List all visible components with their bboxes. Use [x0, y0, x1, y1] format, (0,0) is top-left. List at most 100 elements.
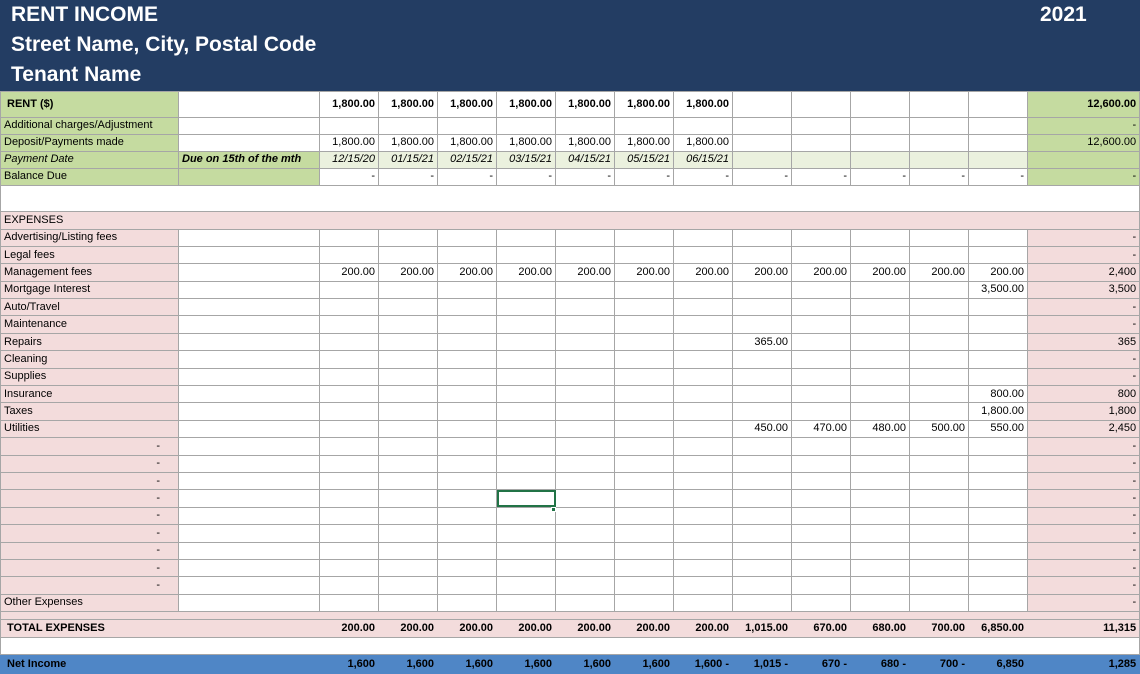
expense-month-3[interactable] [437, 402, 497, 421]
expense-month-5[interactable] [555, 437, 615, 456]
expense-month-7[interactable] [673, 332, 733, 352]
expense-month-9[interactable] [791, 506, 851, 526]
expense-month-9[interactable] [791, 593, 851, 613]
net-income-month-10[interactable]: 680 - [850, 654, 910, 674]
expense-month-8[interactable] [732, 471, 792, 491]
expense-month-6[interactable]: 200.00 [614, 263, 674, 282]
expense-row-note[interactable] [178, 471, 320, 491]
expense-month-11[interactable] [909, 576, 969, 595]
expense-month-2[interactable] [378, 228, 438, 247]
expense-month-9[interactable] [791, 385, 851, 404]
expense-month-4[interactable] [496, 471, 556, 491]
expense-month-9[interactable] [791, 524, 851, 543]
expense-month-3[interactable] [437, 437, 497, 456]
expense-month-3[interactable] [437, 471, 497, 491]
expense-month-12[interactable]: 1,800.00 [968, 402, 1028, 421]
additional-row-month-11[interactable] [909, 116, 969, 135]
additional-row-month-10[interactable] [850, 116, 910, 135]
expense-month-4[interactable] [496, 385, 556, 404]
expense-month-1[interactable] [319, 558, 379, 578]
rent-row-month-9[interactable] [791, 90, 851, 118]
balance-row-month-1[interactable]: - [319, 167, 379, 186]
expense-month-1[interactable] [319, 332, 379, 352]
expense-month-12[interactable] [968, 315, 1028, 334]
expense-month-7[interactable] [673, 576, 733, 595]
expense-month-9[interactable] [791, 332, 851, 352]
expense-row-note[interactable] [178, 506, 320, 526]
expense-month-10[interactable] [850, 350, 910, 369]
expense-row-note[interactable] [178, 228, 320, 247]
expense-month-10[interactable] [850, 385, 910, 404]
payment-date-row-month-6[interactable]: 05/15/21 [614, 150, 674, 169]
expense-month-9[interactable] [791, 576, 851, 595]
expense-month-7[interactable] [673, 471, 733, 491]
expense-month-6[interactable] [614, 541, 674, 560]
expense-row-note[interactable] [178, 350, 320, 369]
expense-month-9[interactable] [791, 298, 851, 317]
expense-month-8[interactable]: 365.00 [732, 332, 792, 352]
expense-month-7[interactable] [673, 541, 733, 560]
additional-row-month-4[interactable] [496, 116, 556, 135]
total-expenses-month-7[interactable]: 200.00 [673, 619, 733, 639]
expense-month-4[interactable] [496, 454, 556, 473]
expense-month-11[interactable] [909, 471, 969, 491]
expense-month-3[interactable] [437, 228, 497, 247]
expense-month-9[interactable] [791, 315, 851, 334]
balance-row-month-4[interactable]: - [496, 167, 556, 186]
expense-month-11[interactable] [909, 437, 969, 456]
expense-month-8[interactable] [732, 298, 792, 317]
expense-row-total[interactable]: - [1026, 228, 1140, 247]
payment-date-row-month-9[interactable] [791, 150, 851, 169]
payment-date-row-month-1[interactable]: 12/15/20 [319, 150, 379, 169]
expense-month-10[interactable] [850, 454, 910, 473]
expense-month-2[interactable] [378, 298, 438, 317]
expense-row-note[interactable] [178, 385, 320, 404]
expense-month-12[interactable] [968, 593, 1028, 613]
additional-row-total[interactable]: - [1026, 116, 1140, 135]
expense-month-6[interactable] [614, 576, 674, 595]
expense-month-6[interactable] [614, 419, 674, 439]
expense-month-1[interactable] [319, 350, 379, 369]
expense-month-2[interactable] [378, 315, 438, 334]
expense-month-1[interactable] [319, 576, 379, 595]
expense-month-3[interactable] [437, 593, 497, 613]
expense-month-12[interactable]: 3,500.00 [968, 280, 1028, 300]
expense-month-7[interactable] [673, 454, 733, 473]
deposit-row-month-6[interactable]: 1,800.00 [614, 133, 674, 152]
expense-month-6[interactable] [614, 315, 674, 334]
rent-row-month-2[interactable]: 1,800.00 [378, 90, 438, 118]
deposit-row-month-10[interactable] [850, 133, 910, 152]
expense-month-4[interactable]: 200.00 [496, 263, 556, 282]
expense-month-8[interactable] [732, 280, 792, 300]
expense-month-2[interactable] [378, 419, 438, 439]
expense-month-9[interactable]: 470.00 [791, 419, 851, 439]
expense-row-total[interactable]: 365 [1026, 332, 1140, 352]
expense-month-10[interactable] [850, 471, 910, 491]
expense-month-7[interactable] [673, 506, 733, 526]
expense-month-2[interactable] [378, 576, 438, 595]
additional-row-month-6[interactable] [614, 116, 674, 135]
additional-row-month-12[interactable] [968, 116, 1028, 135]
rent-row-month-11[interactable] [909, 90, 969, 118]
expense-month-7[interactable] [673, 593, 733, 613]
rent-row-month-10[interactable] [850, 90, 910, 118]
expense-row-total[interactable]: 1,800 [1026, 402, 1140, 421]
expense-month-9[interactable] [791, 245, 851, 265]
expense-month-2[interactable]: 200.00 [378, 263, 438, 282]
expense-month-10[interactable] [850, 402, 910, 421]
expense-month-5[interactable] [555, 419, 615, 439]
additional-row-note[interactable] [178, 116, 320, 135]
expense-month-4[interactable] [496, 350, 556, 369]
expense-month-11[interactable] [909, 402, 969, 421]
expense-month-4[interactable] [496, 280, 556, 300]
expense-month-3[interactable] [437, 280, 497, 300]
net-income-month-7[interactable]: 1,600 - [673, 654, 733, 674]
total-expenses-month-8[interactable]: 1,015.00 [732, 619, 792, 639]
expense-month-5[interactable] [555, 280, 615, 300]
deposit-row-note[interactable] [178, 133, 320, 152]
balance-row-month-6[interactable]: - [614, 167, 674, 186]
expense-month-1[interactable] [319, 280, 379, 300]
balance-row-total[interactable]: - [1026, 167, 1140, 186]
total-expenses-month-10[interactable]: 680.00 [850, 619, 910, 639]
rent-row-month-7[interactable]: 1,800.00 [673, 90, 733, 118]
